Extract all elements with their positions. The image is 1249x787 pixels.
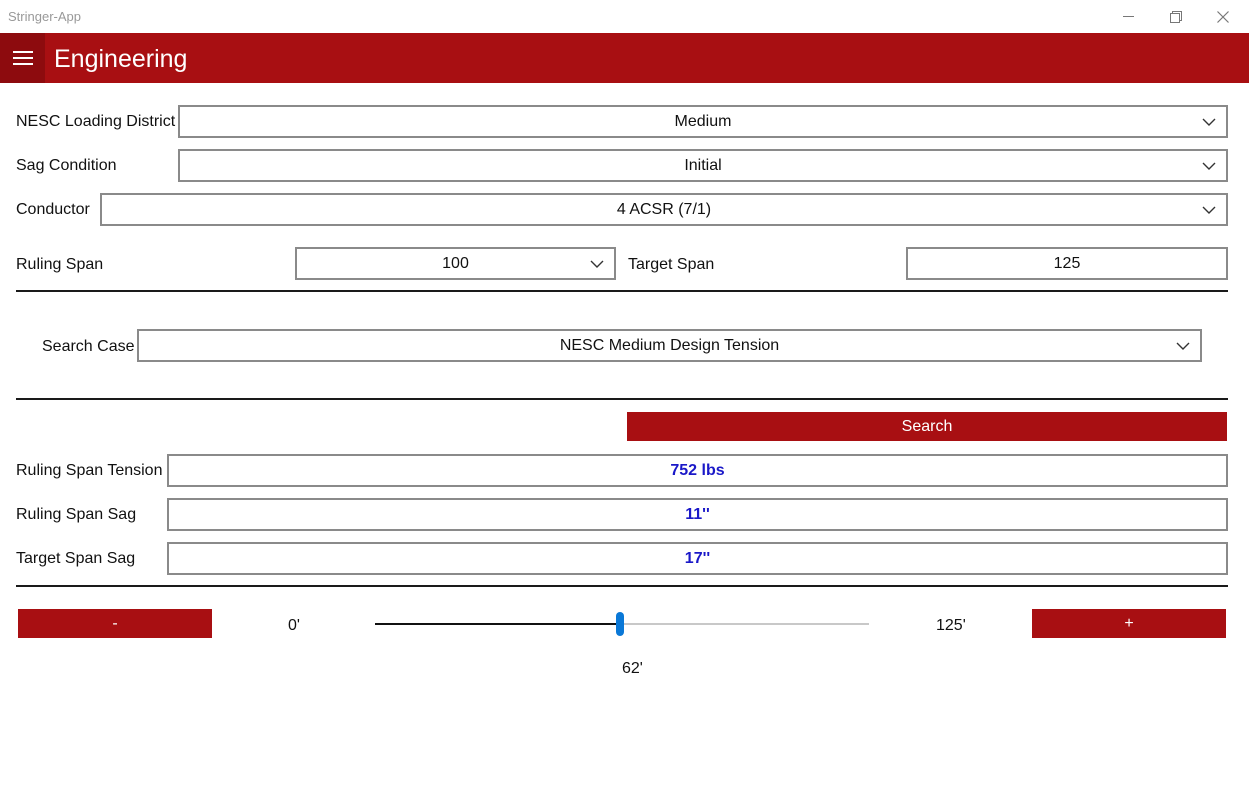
loading-district-value: Medium: [674, 112, 732, 130]
target-span-label: Target Span: [628, 256, 715, 273]
tension-output: 752 lbs: [167, 454, 1228, 487]
tension-value: 752 lbs: [670, 461, 725, 479]
ruling-sag-output: 11'': [167, 498, 1228, 531]
ruling-span-value: 100: [442, 254, 469, 272]
increment-button[interactable]: +: [1032, 609, 1226, 638]
chevron-down-icon: [1176, 342, 1190, 350]
search-button[interactable]: Search: [627, 412, 1227, 441]
restore-button[interactable]: [1153, 0, 1199, 33]
app-header: Engineering: [0, 33, 1249, 83]
ruling-sag-value: 11'': [685, 505, 710, 523]
search-case-label: Search Case: [42, 338, 135, 355]
target-sag-value: 17'': [684, 549, 711, 567]
restore-icon: [1170, 10, 1182, 23]
loading-district-label: NESC Loading District: [16, 113, 176, 130]
sag-condition-label: Sag Condition: [16, 157, 117, 174]
close-icon: [1217, 10, 1229, 23]
sag-condition-value: Initial: [684, 156, 722, 174]
window-title-bar: Stringer-App: [0, 0, 1249, 33]
divider: [16, 290, 1228, 292]
slider-thumb[interactable]: [616, 612, 624, 636]
chevron-down-icon: [1202, 162, 1216, 170]
loading-district-dropdown[interactable]: Medium: [178, 105, 1228, 138]
chevron-down-icon: [1202, 206, 1216, 214]
chevron-down-icon: [590, 260, 604, 268]
minimize-icon: [1122, 15, 1134, 17]
page-title: Engineering: [54, 45, 188, 73]
target-span-value: 125: [1053, 254, 1081, 272]
hamburger-icon: [12, 51, 33, 65]
slider-fill: [375, 623, 620, 625]
slider-max-label: 125': [936, 617, 966, 634]
conductor-dropdown[interactable]: 4 ACSR (7/1): [100, 193, 1228, 226]
divider: [16, 398, 1228, 400]
close-button[interactable]: [1200, 0, 1246, 33]
chevron-down-icon: [1202, 118, 1216, 126]
conductor-label: Conductor: [16, 201, 90, 218]
search-case-dropdown[interactable]: NESC Medium Design Tension: [137, 329, 1202, 362]
app-title: Stringer-App: [8, 9, 81, 24]
slider-min-label: 0': [288, 617, 300, 634]
conductor-value: 4 ACSR (7/1): [616, 200, 712, 218]
target-sag-output: 17'': [167, 542, 1228, 575]
slider-value-label: 62': [622, 660, 643, 677]
ruling-span-dropdown[interactable]: 100: [295, 247, 616, 280]
ruling-sag-label: Ruling Span Sag: [16, 506, 137, 523]
divider: [16, 585, 1228, 587]
ruling-span-label: Ruling Span: [16, 256, 104, 273]
sag-condition-dropdown[interactable]: Initial: [178, 149, 1228, 182]
target-span-input[interactable]: 125: [906, 247, 1228, 280]
hamburger-menu-button[interactable]: [0, 33, 45, 83]
span-position-slider[interactable]: [375, 612, 869, 638]
search-case-value: NESC Medium Design Tension: [559, 336, 780, 354]
decrement-button[interactable]: -: [18, 609, 212, 638]
minimize-button[interactable]: [1105, 0, 1151, 33]
target-sag-label: Target Span Sag: [16, 550, 136, 567]
tension-label: Ruling Span Tension: [16, 462, 163, 479]
